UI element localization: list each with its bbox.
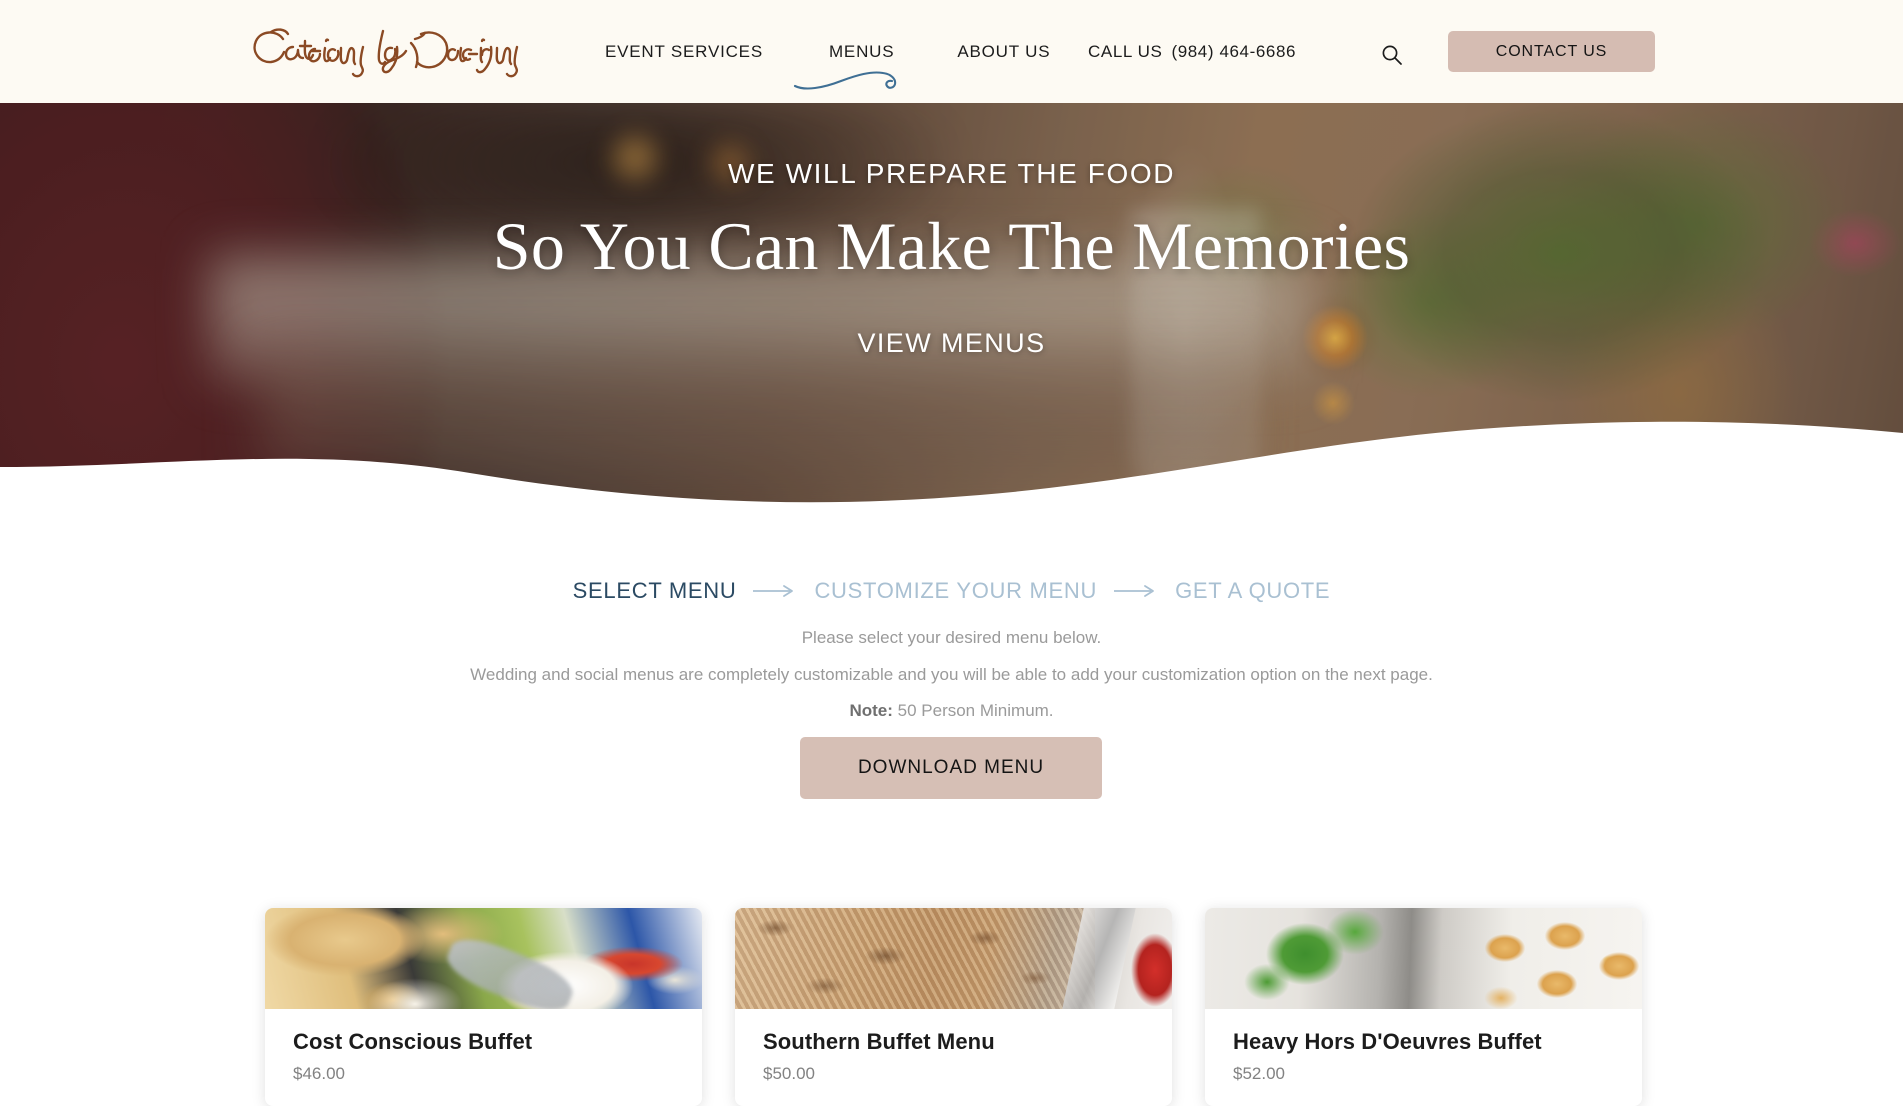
nav-label: EVENT SERVICES xyxy=(605,41,763,61)
menu-card-price: $46.00 xyxy=(293,1064,345,1083)
search-icon xyxy=(1382,45,1402,65)
menu-card[interactable]: Heavy Hors D'Oeuvres Buffet $52.00 xyxy=(1205,908,1642,1106)
menu-card-body: Southern Buffet Menu $50.00 xyxy=(735,1009,1172,1106)
hero-title: So You Can Make The Memories xyxy=(492,208,1411,284)
menu-card-title: Heavy Hors D'Oeuvres Buffet xyxy=(1233,1029,1542,1054)
step-breadcrumb: SELECT MENU CUSTOMIZE YOUR MENU GET A QU… xyxy=(0,578,1903,604)
site-header: EVENT SERVICES MENUS ABOUT US CALL US (9… xyxy=(0,0,1903,103)
call-us-link[interactable]: CALL US (984) 464-6686 xyxy=(1088,0,1296,103)
nav-item-event-services[interactable]: EVENT SERVICES xyxy=(605,42,763,62)
active-nav-swirl-icon xyxy=(791,65,915,93)
nav-label: ABOUT US xyxy=(957,41,1051,61)
note-label: Note: xyxy=(849,701,893,721)
menu-card-body: Heavy Hors D'Oeuvres Buffet $52.00 xyxy=(1205,1009,1642,1106)
menu-card-title: Cost Conscious Buffet xyxy=(293,1029,533,1054)
menu-card-price: $52.00 xyxy=(1233,1064,1285,1083)
menu-card-grid: Cost Conscious Buffet $46.00 Southern Bu… xyxy=(265,908,1645,1106)
menu-card-price: $50.00 xyxy=(763,1064,815,1083)
step-arrow-icon xyxy=(1113,584,1159,598)
view-menus-link[interactable]: VIEW MENUS xyxy=(857,328,1045,359)
instruction-line-2: Wedding and social menus are completely … xyxy=(470,664,1433,684)
search-button[interactable] xyxy=(1377,40,1407,70)
menu-card[interactable]: Cost Conscious Buffet $46.00 xyxy=(265,908,702,1106)
menu-card-body: Cost Conscious Buffet $46.00 xyxy=(265,1009,702,1106)
menu-card[interactable]: Southern Buffet Menu $50.00 xyxy=(735,908,1172,1106)
step-customize-your-menu[interactable]: CUSTOMIZE YOUR MENU xyxy=(814,578,1097,604)
hors-doeuvres-tartlets-photo xyxy=(1205,908,1642,1009)
call-us-label: CALL US xyxy=(1088,41,1163,61)
download-menu-button[interactable]: DOWNLOAD MENU xyxy=(800,737,1102,799)
note-text: 50 Person Minimum. xyxy=(897,701,1054,721)
contact-us-button[interactable]: CONTACT US xyxy=(1448,31,1655,72)
step-get-a-quote[interactable]: GET A QUOTE xyxy=(1175,578,1330,604)
menu-card-title: Southern Buffet Menu xyxy=(763,1029,995,1054)
nav-item-menus[interactable]: MENUS xyxy=(793,41,897,90)
script-wordmark-logo xyxy=(253,28,519,78)
menu-card-image xyxy=(1205,908,1642,1009)
hero-wave-divider xyxy=(0,415,1903,508)
menu-card-image xyxy=(735,908,1172,1009)
site-logo[interactable] xyxy=(245,17,535,85)
minimum-note: Note: 50 Person Minimum. xyxy=(0,697,1903,725)
primary-navigation: EVENT SERVICES MENUS ABOUT US xyxy=(605,0,1050,103)
menu-instructions: Please select your desired menu below. W… xyxy=(0,624,1903,734)
step-select-menu[interactable]: SELECT MENU xyxy=(573,578,737,604)
step-arrow-icon xyxy=(752,584,798,598)
menu-card-image xyxy=(265,908,702,1009)
nav-label: MENUS xyxy=(828,41,895,61)
phone-number: (984) 464-6686 xyxy=(1171,41,1297,61)
instruction-line-1: Please select your desired menu below. xyxy=(801,628,1102,647)
nav-item-about-us[interactable]: ABOUT US xyxy=(957,42,1050,62)
hero-eyebrow: WE WILL PREPARE THE FOOD xyxy=(727,158,1176,189)
hero-section: WE WILL PREPARE THE FOOD So You Can Make… xyxy=(0,103,1903,508)
buffet-spread-photo xyxy=(265,908,702,1009)
pulled-pork-pan-photo xyxy=(735,908,1172,1009)
